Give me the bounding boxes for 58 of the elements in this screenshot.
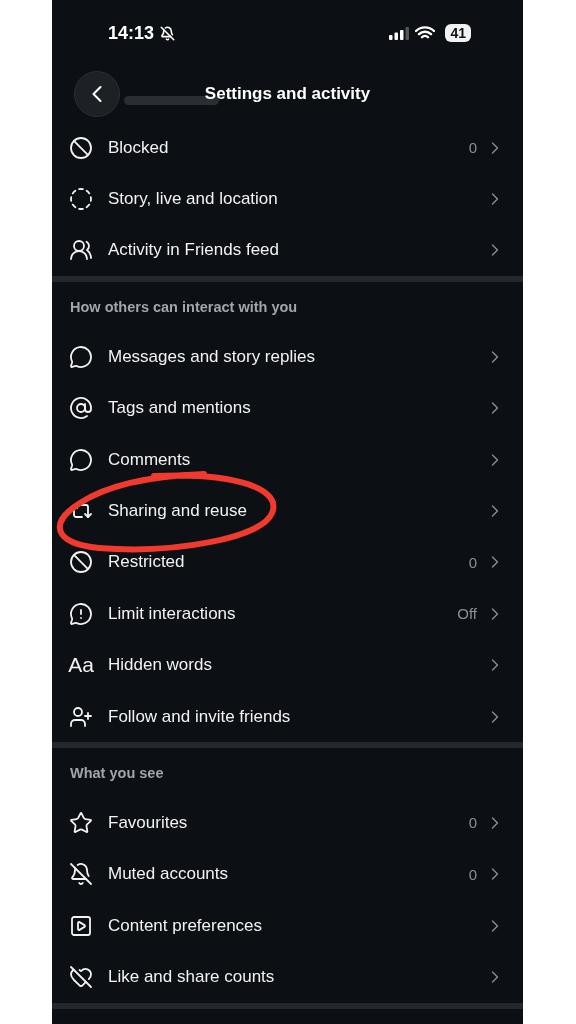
media-icon — [69, 913, 93, 938]
settings-row[interactable]: Messages and story replies — [52, 331, 523, 383]
add-person-icon — [69, 704, 93, 729]
row-label: Tags and mentions — [108, 398, 252, 419]
row-value: 0 — [468, 553, 477, 571]
font-icon: Aa — [68, 653, 94, 678]
settings-row[interactable]: Muted accounts 0 — [52, 848, 523, 901]
section-heading: How others can interact with you — [69, 297, 299, 317]
row-label: Favourites — [108, 813, 189, 833]
settings-row[interactable]: Comments — [52, 433, 523, 486]
row-label: Muted accounts — [108, 864, 229, 885]
battery-indicator: 41 — [445, 24, 471, 42]
page-title: Settings and activity — [204, 84, 371, 104]
row-label: Messages and story replies — [108, 346, 316, 367]
settings-row[interactable]: Aa Hidden words — [52, 639, 523, 691]
settings-row[interactable]: Follow and invite friends — [52, 690, 523, 743]
chat-bubble-icon — [69, 344, 93, 369]
row-value: 0 — [468, 139, 477, 157]
row-label: Content preferences — [108, 915, 264, 936]
signal-icon — [389, 26, 410, 40]
settings-row[interactable]: Activity in Friends feed — [52, 224, 523, 277]
dashed-circle-icon — [69, 187, 93, 212]
wifi-icon — [415, 26, 436, 40]
settings-row[interactable]: Favourites 0 — [52, 797, 523, 849]
row-label: Limit interactions — [108, 603, 237, 624]
settings-row[interactable]: Restricted 0 — [52, 536, 523, 589]
row-label: Story, live and location — [108, 189, 279, 210]
row-label: Follow and invite friends — [108, 706, 292, 727]
row-label: Comments — [108, 449, 192, 470]
row-value: 0 — [468, 865, 477, 883]
settings-row[interactable]: Story, live and location — [52, 173, 523, 225]
at-sign-icon — [69, 396, 93, 421]
row-label: Like and share counts — [108, 967, 276, 988]
status-time: 14:13 — [108, 22, 155, 44]
row-label: Restricted — [108, 552, 186, 573]
row-label: Activity in Friends feed — [108, 240, 280, 261]
star-icon — [69, 811, 93, 835]
crossed-heart-icon — [69, 965, 93, 990]
settings-row[interactable]: Tags and mentions — [52, 382, 523, 434]
silent-bell-icon — [160, 25, 176, 41]
settings-row[interactable]: Blocked 0 — [52, 122, 523, 174]
settings-row[interactable]: Content preferences — [52, 900, 523, 952]
warning-bubble-icon — [69, 601, 93, 626]
row-label: Hidden words — [108, 655, 213, 676]
row-value: Off — [457, 605, 477, 623]
muted-bell-icon — [69, 862, 93, 887]
prohibited-icon — [69, 135, 93, 160]
people-icon — [69, 238, 93, 263]
row-label: Sharing and reuse — [108, 501, 248, 522]
settings-row[interactable]: Limit interactions Off — [52, 588, 523, 640]
row-value: 0 — [468, 814, 477, 832]
section-heading: What you see — [69, 763, 165, 783]
prohibited-icon — [69, 550, 93, 575]
settings-row[interactable]: Like and share counts — [52, 951, 523, 1003]
back-button[interactable] — [74, 71, 120, 117]
row-label: Blocked — [108, 137, 170, 158]
settings-row[interactable]: Sharing and reuse — [52, 485, 523, 537]
speech-bubble-icon — [69, 447, 93, 472]
